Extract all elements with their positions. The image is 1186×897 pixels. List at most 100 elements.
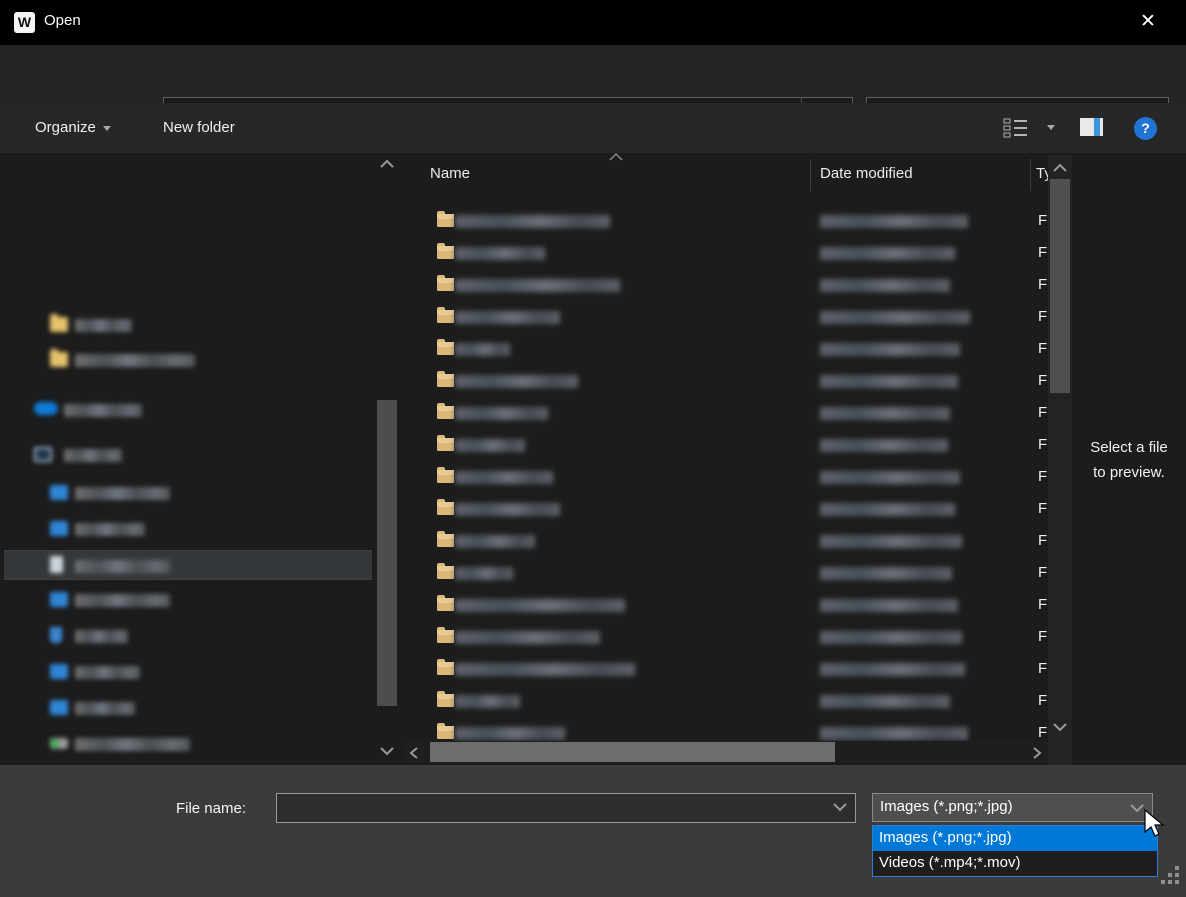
redacted-file-name <box>455 247 545 260</box>
file-list-vscrollbar[interactable] <box>1048 155 1072 765</box>
redacted-file-name <box>455 663 635 676</box>
column-header-date-modified[interactable]: Date modified <box>820 165 913 182</box>
file-name-input[interactable] <box>281 796 821 820</box>
scrollbar-thumb[interactable] <box>430 742 835 762</box>
file-row[interactable]: F <box>403 205 1048 237</box>
redacted-label <box>75 319 132 332</box>
redacted-date-modified <box>820 311 970 324</box>
sidebar-item[interactable] <box>4 345 372 375</box>
sidebar-item[interactable] <box>4 310 372 340</box>
redacted-label <box>64 449 122 462</box>
redacted-file-name <box>455 567 513 580</box>
redacted-date-modified <box>820 631 962 644</box>
redacted-date-modified <box>820 727 968 740</box>
file-row[interactable]: F <box>403 525 1048 557</box>
type-cell: F <box>1038 692 1047 709</box>
redacted-file-name <box>455 407 548 420</box>
redacted-date-modified <box>820 343 960 356</box>
caret-down-icon <box>103 126 111 131</box>
redacted-file-name <box>455 631 600 644</box>
file-name-label: File name: <box>120 800 246 817</box>
onedrive-icon <box>34 402 58 415</box>
disk-green-icon <box>50 738 68 749</box>
redacted-date-modified <box>820 247 955 260</box>
sidebar-scrollbar[interactable] <box>376 153 398 765</box>
scroll-right-icon[interactable] <box>1033 747 1042 759</box>
file-type-options: Images (*.png;*.jpg) Videos (*.mp4;*.mov… <box>872 825 1158 877</box>
scrollbar-thumb[interactable] <box>377 400 397 706</box>
file-row[interactable]: F <box>403 621 1048 653</box>
file-row[interactable]: F <box>403 333 1048 365</box>
file-row[interactable]: F <box>403 365 1048 397</box>
help-icon[interactable]: ? <box>1134 117 1157 140</box>
close-button[interactable]: ✕ <box>1120 0 1176 44</box>
sidebar-item[interactable] <box>4 657 372 687</box>
details-view-icon[interactable] <box>1003 118 1029 138</box>
new-folder-button[interactable]: New folder <box>163 119 235 136</box>
type-cell: F <box>1038 564 1047 581</box>
redacted-date-modified <box>820 407 950 420</box>
redacted-file-name <box>455 343 510 356</box>
sidebar-item[interactable] <box>4 621 372 651</box>
scrollbar-thumb[interactable] <box>1050 179 1070 393</box>
command-toolbar: Organize New folder ? <box>0 103 1186 153</box>
redacted-label <box>75 630 128 643</box>
redacted-file-name <box>455 471 553 484</box>
sidebar-item-selected[interactable] <box>4 550 372 580</box>
file-row[interactable]: F <box>403 653 1048 685</box>
type-cell: F <box>1038 244 1047 261</box>
column-header-name[interactable]: Name <box>430 165 470 182</box>
file-row[interactable]: F <box>403 397 1048 429</box>
window-title: Open <box>44 12 81 29</box>
pc-icon <box>34 447 52 462</box>
redacted-file-name <box>455 503 560 516</box>
scroll-left-icon[interactable] <box>409 747 418 759</box>
sidebar-item[interactable] <box>4 478 372 508</box>
file-row[interactable]: F <box>403 461 1048 493</box>
file-row[interactable]: F <box>403 493 1048 525</box>
file-row[interactable]: F <box>403 237 1048 269</box>
type-cell: F <box>1038 724 1047 741</box>
open-dialog: W Open ✕ This PC Documents ↻ Organize Ne… <box>0 0 1186 897</box>
blue-icon <box>50 485 68 500</box>
option-images[interactable]: Images (*.png;*.jpg) <box>873 826 1157 851</box>
file-row[interactable]: F <box>403 557 1048 589</box>
scroll-up-icon[interactable] <box>380 159 402 179</box>
dialog-footer: File name: Images (*.png;*.jpg) Images (… <box>0 765 1186 897</box>
redacted-file-name <box>455 279 620 292</box>
file-row[interactable]: F <box>403 301 1048 333</box>
sidebar-item[interactable] <box>4 514 372 544</box>
organize-button[interactable]: Organize <box>35 119 111 136</box>
chevron-down-icon[interactable] <box>833 803 847 812</box>
file-row[interactable]: F <box>403 685 1048 717</box>
blue-icon <box>50 664 68 679</box>
preview-pane: Select a file to preview. <box>1072 153 1186 765</box>
redacted-label <box>64 404 142 417</box>
sidebar-item[interactable] <box>4 440 372 470</box>
scroll-up-icon[interactable] <box>1053 163 1067 172</box>
file-type-dropdown[interactable]: Images (*.png;*.jpg) <box>872 793 1153 822</box>
type-cell: F <box>1038 404 1047 421</box>
redacted-date-modified <box>820 439 948 452</box>
file-row[interactable]: F <box>403 429 1048 461</box>
resize-grip-icon[interactable] <box>1161 866 1182 887</box>
redacted-file-name <box>455 599 625 612</box>
sidebar-item[interactable] <box>4 585 372 615</box>
redacted-label <box>75 560 170 573</box>
type-cell: F <box>1038 276 1047 293</box>
file-row[interactable]: F <box>403 269 1048 301</box>
type-cell: F <box>1038 660 1047 677</box>
sidebar-item[interactable] <box>4 395 372 425</box>
file-list-hscrollbar[interactable] <box>403 741 1048 763</box>
view-options-caret-icon[interactable] <box>1047 125 1055 130</box>
file-name-combo[interactable] <box>276 793 856 823</box>
option-videos[interactable]: Videos (*.mp4;*.mov) <box>873 851 1157 876</box>
type-cell: F <box>1038 468 1047 485</box>
blue-icon <box>50 700 68 715</box>
sidebar-item[interactable] <box>4 729 372 759</box>
file-row[interactable]: F <box>403 589 1048 621</box>
scroll-down-icon[interactable] <box>380 747 402 767</box>
preview-pane-icon[interactable] <box>1080 118 1103 136</box>
sidebar-item[interactable] <box>4 693 372 723</box>
scroll-down-icon[interactable] <box>1053 723 1067 732</box>
